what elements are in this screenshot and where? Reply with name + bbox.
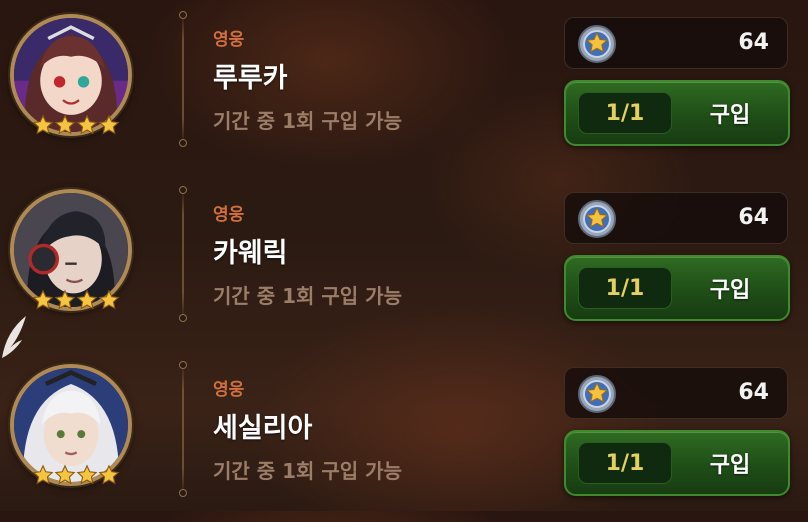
star-icon — [54, 289, 76, 310]
row-divider — [179, 186, 187, 322]
purchase-limit-text: 기간 중 1회 구입 가능 — [213, 284, 402, 308]
hero-name: 루루카 — [213, 63, 288, 94]
buy-button-label: 구입 — [709, 278, 751, 303]
purchase-count: 1/1 — [578, 442, 672, 484]
star-icon — [76, 289, 98, 310]
buy-button[interactable]: 1/1 구입 — [564, 80, 790, 146]
purchase-count: 1/1 — [578, 267, 672, 309]
price-value: 64 — [738, 205, 769, 230]
feather-decoration-icon — [2, 316, 26, 358]
star-rating — [32, 114, 120, 136]
price-value: 64 — [738, 30, 769, 55]
star-icon — [98, 464, 120, 485]
buy-button-label: 구입 — [709, 453, 751, 478]
hero-portrait[interactable] — [10, 14, 132, 136]
star-rating — [32, 289, 120, 311]
shop-item-row: 영웅 루루카 기간 중 1회 구입 가능 64 1/1 구입 — [0, 0, 808, 172]
hero-name: 세실리아 — [213, 413, 313, 444]
buy-button-label: 구입 — [709, 103, 751, 128]
purchase-limit-text: 기간 중 1회 구입 가능 — [213, 459, 402, 483]
star-icon — [76, 464, 98, 485]
star-coin-icon — [578, 200, 616, 238]
star-coin-icon — [578, 375, 616, 413]
hero-portrait[interactable] — [10, 364, 132, 486]
purchase-limit-text: 기간 중 1회 구입 가능 — [213, 109, 402, 133]
star-coin-icon — [578, 25, 616, 63]
star-icon — [98, 289, 120, 310]
hero-portrait[interactable] — [10, 189, 132, 311]
row-divider — [179, 11, 187, 147]
item-type-label: 영웅 — [213, 30, 245, 50]
star-icon — [98, 114, 120, 135]
item-type-label: 영웅 — [213, 205, 245, 225]
star-rating — [32, 464, 120, 486]
star-icon — [32, 289, 54, 310]
hero-name: 카웨릭 — [213, 238, 288, 269]
buy-button[interactable]: 1/1 구입 — [564, 255, 790, 321]
price-box: 64 — [564, 17, 788, 69]
shop-item-row: 영웅 카웨릭 기간 중 1회 구입 가능 64 1/1 구입 — [0, 175, 808, 347]
star-icon — [32, 464, 54, 485]
price-box: 64 — [564, 367, 788, 419]
price-value: 64 — [738, 380, 769, 405]
item-type-label: 영웅 — [213, 380, 245, 400]
purchase-count: 1/1 — [578, 92, 672, 134]
star-icon — [76, 114, 98, 135]
star-icon — [54, 114, 76, 135]
star-icon — [32, 114, 54, 135]
buy-button[interactable]: 1/1 구입 — [564, 430, 790, 496]
price-box: 64 — [564, 192, 788, 244]
shop-item-row: 영웅 세실리아 기간 중 1회 구입 가능 64 1/1 구입 — [0, 350, 808, 522]
row-divider — [179, 361, 187, 497]
star-icon — [54, 464, 76, 485]
